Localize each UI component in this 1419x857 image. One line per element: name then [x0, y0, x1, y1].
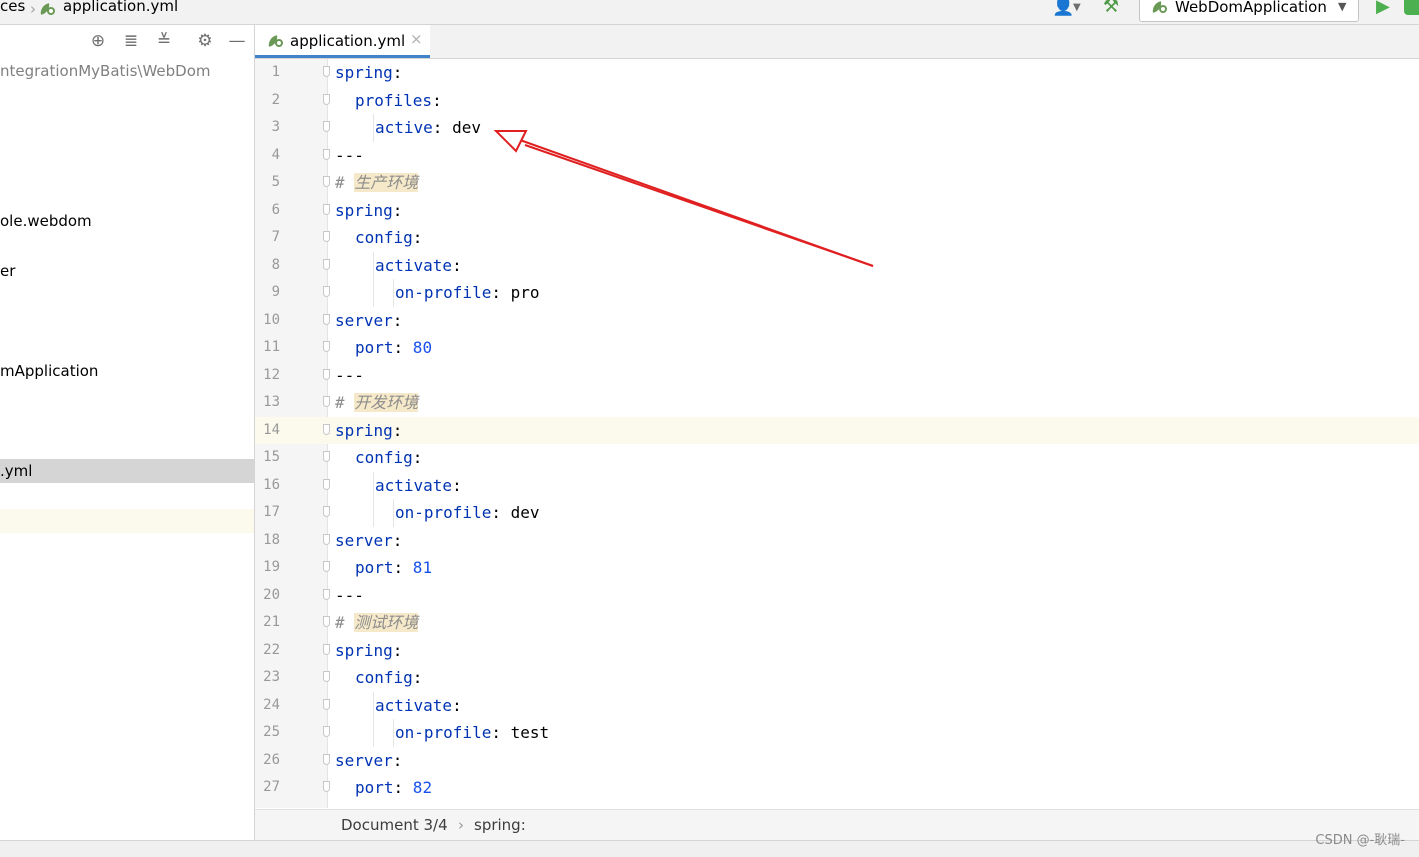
- watermark: CSDN @-耿瑞-: [1315, 833, 1405, 848]
- breadcrumb-separator-icon: ›: [458, 816, 464, 834]
- editor-breadcrumb-bar: Document 3/4 › spring:: [255, 809, 1419, 841]
- arrow-shaft-inner: [524, 144, 874, 267]
- bottom-tool-strip: [0, 840, 1419, 857]
- annotation-arrow: [493, 130, 874, 267]
- document-indicator[interactable]: Document 3/4: [341, 816, 448, 834]
- arrow-head: [493, 130, 528, 153]
- structure-path[interactable]: spring:: [474, 816, 526, 834]
